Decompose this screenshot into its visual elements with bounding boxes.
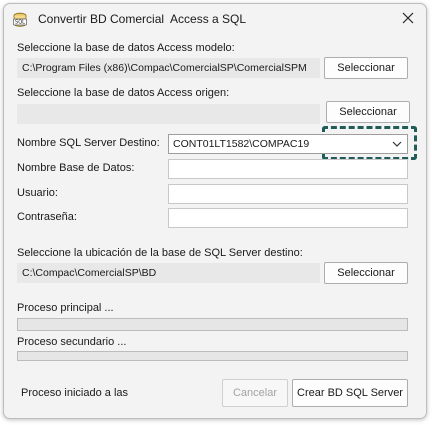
select-model-db-button[interactable]: Seleccionar — [324, 57, 408, 79]
sql-location-path: C:\Compac\ComercialSP\BD — [17, 263, 320, 283]
server-label: Nombre SQL Server Destino: — [17, 137, 160, 149]
select-origin-db-button[interactable]: Seleccionar — [326, 101, 410, 123]
svg-text:SQL: SQL — [15, 20, 25, 26]
process-status-text: Proceso iniciado a las — [21, 387, 129, 399]
progress-secondary-bar — [17, 351, 408, 361]
origin-db-path — [17, 104, 320, 124]
create-sql-db-button[interactable]: Crear BD SQL Server — [292, 379, 408, 407]
db-name-label: Nombre Base de Datos: — [17, 162, 135, 174]
password-input[interactable] — [168, 208, 408, 228]
window-title: Convertir BD Comercial Access a SQL — [38, 12, 247, 26]
progress-main-label: Proceso principal ... — [17, 302, 114, 314]
password-label: Contraseña: — [17, 211, 77, 223]
origin-db-label: Seleccione la base de datos Access orige… — [17, 87, 230, 99]
server-select-value: CONT01LT1582\COMPAC19 — [173, 138, 310, 150]
title-bar: SQL Convertir BD Comercial Access a SQL — [4, 4, 426, 34]
model-db-path: C:\Program Files (x86)\Compac\ComercialS… — [17, 58, 320, 78]
server-select[interactable]: CONT01LT1582\COMPAC19 — [168, 134, 408, 154]
sql-database-icon: SQL — [12, 12, 28, 28]
user-input[interactable] — [168, 184, 408, 204]
user-label: Usuario: — [17, 187, 58, 199]
close-icon[interactable] — [400, 10, 416, 26]
converter-dialog: SQL Convertir BD Comercial Access a SQL … — [3, 3, 427, 419]
progress-secondary-label: Proceso secundario ... — [17, 336, 127, 348]
chevron-down-icon — [392, 139, 402, 149]
select-sql-location-button[interactable]: Seleccionar — [324, 262, 408, 284]
sql-location-label: Seleccione la ubicación de la base de SQ… — [17, 247, 303, 259]
progress-main-bar — [17, 318, 408, 331]
cancel-button[interactable]: Cancelar — [222, 379, 288, 407]
db-name-input[interactable] — [168, 159, 408, 179]
model-db-label: Seleccione la base de datos Access model… — [17, 42, 235, 54]
